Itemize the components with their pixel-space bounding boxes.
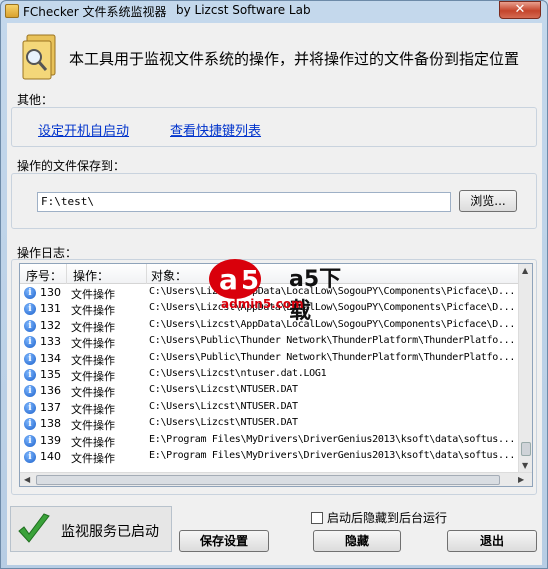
svg-text:5: 5	[241, 266, 259, 296]
log-row-object: C:\Users\Lizcst\NTUSER.DAT	[149, 384, 298, 396]
service-status-text: 监视服务已启动	[61, 524, 159, 540]
title-bar[interactable]: FChecker 文件系统监视器 by Lizcst Software Lab …	[1, 1, 547, 21]
vertical-scrollbar[interactable]: ▲ ▼	[518, 264, 532, 474]
log-row-operation: 文件操作	[71, 353, 115, 367]
log-row-number: 139	[40, 433, 61, 447]
info-icon: i	[24, 287, 36, 299]
checkmark-icon	[18, 513, 50, 543]
log-row-operation: 文件操作	[71, 435, 115, 449]
info-icon: i	[24, 369, 36, 381]
log-row[interactable]: i 140 文件操作 E:\Program Files\MyDrivers\Drive…	[20, 449, 518, 465]
log-row-operation: 文件操作	[71, 320, 115, 334]
other-group-label: 其他：	[17, 93, 54, 107]
hide-button[interactable]: 隐藏	[313, 530, 401, 552]
log-row[interactable]: i 137 文件操作 C:\Users\Lizcst\NTUSER.DAT	[20, 400, 518, 416]
column-header-number[interactable]: 序号：	[26, 267, 62, 284]
column-header-object[interactable]: 对象：	[151, 267, 187, 284]
log-row-operation: 文件操作	[71, 386, 115, 400]
log-row-number: 137	[40, 400, 61, 414]
watermark-brand: a5下载	[289, 267, 342, 324]
window-vendor: by Lizcst Software Lab	[176, 3, 311, 17]
scroll-left-arrow[interactable]: ◀	[24, 475, 30, 484]
info-icon: i	[24, 319, 36, 332]
log-row-number: 132	[40, 318, 61, 332]
log-row-number: 133	[40, 335, 61, 349]
log-row-number: 134	[40, 351, 61, 365]
window-title: FChecker 文件系统监视器	[23, 5, 167, 19]
scroll-up-arrow[interactable]: ▲	[522, 266, 528, 275]
service-status: 监视服务已启动	[10, 506, 172, 552]
client-area: 本工具用于监视文件系统的操作，并将操作过的文件备份到指定位置 其他： 设定开机自…	[7, 23, 542, 565]
log-row-operation: 文件操作	[71, 419, 115, 433]
app-icon	[5, 4, 19, 18]
hide-on-start-option[interactable]: 启动后隐藏到后台运行	[311, 509, 447, 526]
log-row-operation: 文件操作	[71, 370, 115, 383]
svg-text:a: a	[219, 263, 238, 296]
log-row-number: 130	[40, 286, 61, 299]
log-row[interactable]: i 135 文件操作 C:\Users\Lizcst\ntuser.dat.LOG1	[20, 367, 518, 383]
log-row[interactable]: i 134 文件操作 C:\Users\Public\Thunder Network\…	[20, 351, 518, 367]
save-settings-button[interactable]: 保存设置	[179, 530, 269, 552]
log-row-operation: 文件操作	[71, 337, 115, 351]
log-row-number: 135	[40, 368, 61, 381]
watermark: a 5 a5下载 admin5.com	[207, 255, 357, 324]
watermark-site: admin5.com	[221, 297, 304, 311]
log-row-operation: 文件操作	[71, 402, 115, 416]
horizontal-scroll-thumb[interactable]	[36, 475, 500, 485]
log-row[interactable]: i 133 文件操作 C:\Users\Public\Thunder Network\…	[20, 334, 518, 350]
log-row-number: 138	[40, 417, 61, 431]
log-row-operation: 文件操作	[71, 288, 115, 301]
log-row[interactable]: i 132 文件操作 C:\Users\Lizcst\AppData\LocalLow…	[20, 318, 518, 334]
log-row-object: C:\Users\Public\Thunder Network\ThunderP…	[149, 351, 516, 363]
info-icon: i	[24, 401, 36, 414]
log-row-number: 136	[40, 384, 61, 398]
log-row-object: C:\Users\Public\Thunder Network\ThunderP…	[149, 335, 516, 347]
save-path-field[interactable]: F:\test\	[37, 192, 451, 212]
scroll-down-arrow[interactable]: ▼	[522, 461, 528, 470]
info-icon: i	[24, 303, 36, 316]
log-row-operation: 文件操作	[71, 452, 115, 465]
app-description: 本工具用于监视文件系统的操作，并将操作过的文件备份到指定位置	[69, 50, 520, 68]
column-header-operation[interactable]: 操作：	[73, 267, 109, 284]
log-row-object: C:\Users\Lizcst\NTUSER.DAT	[149, 417, 298, 429]
log-row-object: C:\Users\Lizcst\ntuser.dat.LOG1	[149, 368, 327, 379]
info-icon: i	[24, 418, 36, 431]
hide-on-start-label: 启动后隐藏到后台运行	[327, 511, 448, 525]
info-icon: i	[24, 434, 36, 447]
info-icon: i	[24, 336, 36, 349]
hide-on-start-checkbox[interactable]	[311, 512, 323, 524]
close-button[interactable]: ✕	[499, 1, 541, 19]
other-group: 设定开机自启动 查看快捷键列表	[11, 107, 537, 147]
browse-button[interactable]: 浏览...	[459, 190, 517, 212]
horizontal-scrollbar[interactable]: ◀ ▶	[20, 472, 532, 486]
save-path-label: 操作的文件保存到：	[17, 159, 126, 173]
exit-button[interactable]: 退出	[447, 530, 537, 552]
info-icon: i	[24, 451, 36, 463]
log-row-operation: 文件操作	[71, 304, 115, 318]
log-row-number: 140	[40, 450, 61, 463]
folder-search-icon	[22, 34, 56, 80]
log-row[interactable]: i 138 文件操作 C:\Users\Lizcst\NTUSER.DAT	[20, 416, 518, 432]
hotkeys-link[interactable]: 查看快捷键列表	[170, 120, 261, 139]
info-icon: i	[24, 352, 36, 365]
log-row[interactable]: i 139 文件操作 E:\Program Files\MyDrivers\Drive…	[20, 433, 518, 449]
log-row[interactable]: i 136 文件操作 C:\Users\Lizcst\NTUSER.DAT	[20, 383, 518, 399]
info-icon: i	[24, 385, 36, 398]
log-row-number: 131	[40, 302, 61, 316]
scroll-right-arrow[interactable]: ▶	[518, 475, 524, 484]
log-row-object: E:\Program Files\MyDrivers\DriverGenius2…	[149, 433, 516, 445]
vertical-scroll-thumb[interactable]	[521, 442, 531, 456]
autostart-link[interactable]: 设定开机自启动	[38, 120, 129, 139]
log-row-object: C:\Users\Lizcst\NTUSER.DAT	[149, 400, 298, 412]
log-row-object: E:\Program Files\MyDrivers\DriverGenius2…	[149, 450, 516, 461]
app-window: FChecker 文件系统监视器 by Lizcst Software Lab …	[0, 0, 548, 569]
